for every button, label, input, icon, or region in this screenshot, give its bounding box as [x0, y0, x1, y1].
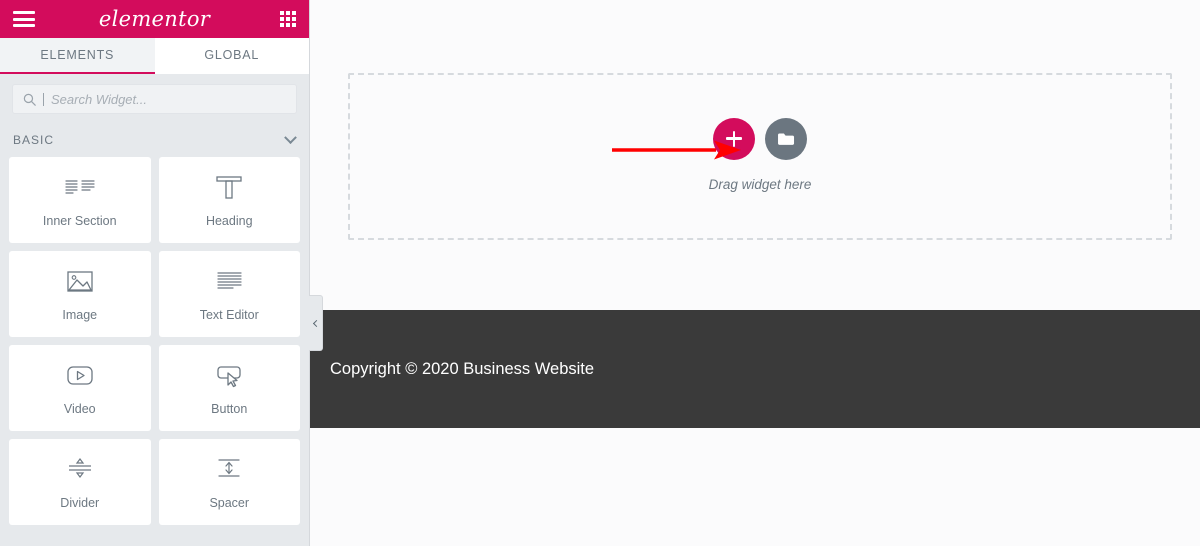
drag-widget-hint: Drag widget here [708, 176, 812, 192]
dropzone-buttons [713, 117, 807, 160]
spacer-icon [212, 455, 246, 485]
site-footer-section[interactable]: Copyright © 2020 Business Website [310, 310, 1200, 428]
tab-global[interactable]: GLOBAL [154, 38, 309, 74]
widget-label: Spacer [209, 495, 250, 510]
tab-elements[interactable]: ELEMENTS [0, 38, 155, 74]
chevron-down-icon[interactable] [284, 130, 297, 144]
add-template-button[interactable] [765, 117, 807, 160]
elementor-editor: elementor ELEMENTS GLOBAL Search Widget.… [0, 0, 1200, 546]
section-title: BASIC [13, 133, 55, 147]
widget-spacer[interactable]: Spacer [158, 439, 300, 525]
widget-label: Divider [60, 495, 100, 510]
widget-inner-section[interactable]: Inner Section [9, 157, 151, 243]
widget-label: Video [63, 401, 96, 416]
widget-image[interactable]: Image [9, 251, 151, 337]
drop-area[interactable]: Drag widget here [348, 73, 1172, 240]
chevron-left-icon [312, 319, 321, 327]
video-play-icon [63, 361, 97, 391]
search-input[interactable]: Search Widget... [12, 84, 297, 114]
add-section-button[interactable] [713, 117, 755, 160]
text-editor-icon [212, 267, 246, 297]
heading-t-icon [212, 173, 246, 203]
canvas-bottom-area [310, 428, 1200, 546]
editor-canvas: Drag widget here Copyright © 2020 Busine… [309, 0, 1200, 546]
text-caret [43, 92, 44, 106]
widget-divider[interactable]: Divider [9, 439, 151, 525]
widget-button[interactable]: Button [158, 345, 300, 431]
folder-icon [777, 132, 794, 145]
widget-text-editor[interactable]: Text Editor [158, 251, 300, 337]
search-icon [23, 93, 36, 106]
widget-label: Heading [205, 213, 253, 228]
grid-apps-icon[interactable] [280, 11, 296, 27]
canvas-top-area: Drag widget here [310, 0, 1200, 310]
widgets-panel: elementor ELEMENTS GLOBAL Search Widget.… [0, 0, 310, 546]
widget-list: Inner Section Heading Image Text Editor … [0, 157, 309, 546]
widget-label: Inner Section [42, 213, 117, 228]
plus-icon-vertical [732, 130, 736, 147]
widget-video[interactable]: Video [9, 345, 151, 431]
widget-label: Image [62, 307, 98, 322]
copyright-text: Copyright © 2020 Business Website [330, 359, 595, 378]
elementor-logo: elementor [98, 7, 211, 31]
widget-heading[interactable]: Heading [158, 157, 300, 243]
widget-label: Button [211, 401, 248, 416]
panel-tabs: ELEMENTS GLOBAL [0, 38, 309, 74]
button-cursor-icon [212, 361, 246, 391]
hamburger-icon[interactable] [13, 11, 35, 27]
inner-section-icon [63, 173, 97, 203]
search-widget-area: Search Widget... [0, 74, 309, 123]
search-placeholder: Search Widget... [51, 91, 147, 107]
widget-label: Text Editor [199, 307, 259, 322]
image-icon [63, 267, 97, 297]
divider-icon [63, 455, 97, 485]
panel-collapse-handle[interactable] [309, 295, 323, 351]
section-header-basic[interactable]: BASIC [0, 123, 309, 157]
panel-header: elementor [0, 0, 309, 38]
